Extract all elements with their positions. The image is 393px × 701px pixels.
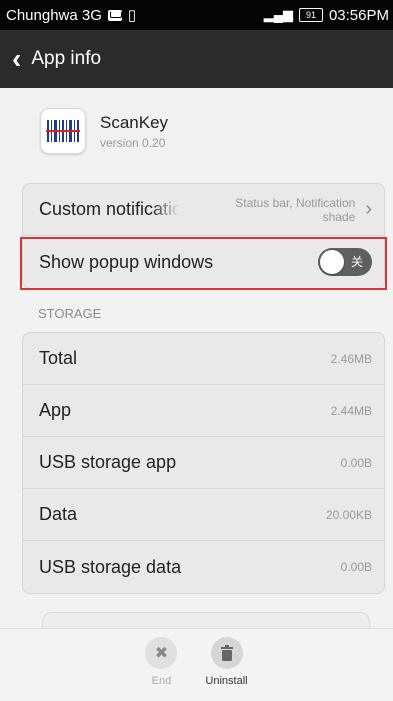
mail-icon — [107, 9, 122, 21]
storage-label: App — [39, 400, 72, 420]
custom-notifications-value: Status bar, Notification shade — [235, 195, 356, 224]
show-popup-label: Show popup windows — [39, 251, 214, 272]
end-label: End — [151, 675, 172, 687]
show-popup-row[interactable]: Show popup windows 关 — [23, 236, 384, 288]
storage-label: Total — [39, 348, 78, 368]
storage-label: Data — [39, 504, 78, 524]
toggle-state-text: 关 — [350, 255, 363, 269]
settings-card: Custom notifications Status bar, Notific… — [22, 183, 385, 289]
toggle-knob — [320, 250, 344, 274]
storage-row-app: App 2.44MB — [23, 385, 384, 437]
show-popup-toggle[interactable]: 关 — [318, 248, 372, 276]
status-bar: Chunghwa 3G ▯ ▂▄▆ 91 03:56PM — [0, 0, 393, 30]
title-bar: ‹ App info — [0, 30, 393, 88]
app-name: ScanKey — [100, 112, 169, 132]
bottom-action-bar: ✖ End Uninstall — [0, 628, 393, 701]
custom-notifications-label: Custom notifications — [39, 199, 179, 219]
storage-value: 0.00B — [340, 560, 372, 574]
end-button[interactable]: ✖ End — [145, 629, 178, 701]
storage-card: Total 2.46MB App 2.44MB USB storage app … — [22, 332, 385, 594]
storage-label: USB storage app — [39, 452, 177, 472]
storage-row-usb-data: USB storage data 0.00B — [23, 541, 384, 593]
back-arrow-icon[interactable]: ‹ — [12, 45, 21, 73]
storage-value: 0.00B — [340, 455, 372, 470]
chevron-right-icon: › — [365, 198, 372, 220]
notification-icon: ▯ — [127, 7, 137, 24]
storage-row-usb-app: USB storage app 0.00B — [23, 437, 384, 489]
barcode-app-icon — [40, 108, 86, 154]
storage-value: 2.46MB — [330, 351, 372, 366]
page-title: App info — [31, 48, 102, 69]
uninstall-button[interactable]: Uninstall — [205, 629, 248, 701]
app-version: version 0.20 — [100, 135, 166, 150]
app-header: ScanKey version 0.20 — [40, 108, 168, 154]
storage-label: USB storage data — [39, 556, 182, 577]
clock: 03:56PM — [328, 6, 389, 24]
storage-section-title: STORAGE — [38, 306, 102, 321]
uninstall-label: Uninstall — [205, 675, 248, 687]
trash-icon — [210, 637, 243, 669]
carrier-label: Chunghwa 3G — [6, 6, 102, 24]
close-icon: ✖ — [145, 637, 178, 669]
battery-icon: 91 — [298, 8, 323, 22]
signal-icon: ▂▄▆ — [263, 7, 293, 22]
storage-value: 2.44MB — [330, 403, 372, 418]
custom-notifications-row[interactable]: Custom notifications Status bar, Notific… — [23, 184, 384, 236]
storage-row-total: Total 2.46MB — [23, 333, 384, 385]
storage-value: 20.00KB — [325, 507, 372, 522]
storage-row-data: Data 20.00KB — [23, 489, 384, 541]
